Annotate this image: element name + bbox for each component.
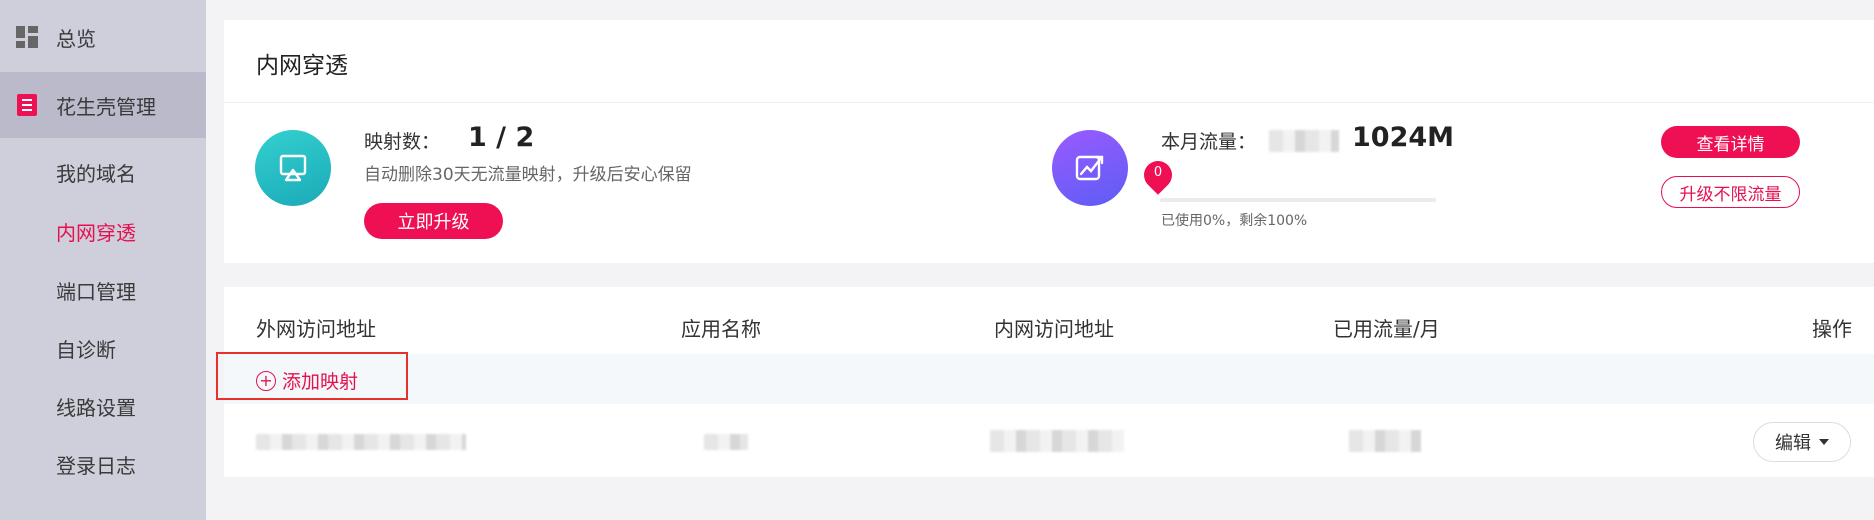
sidebar-item-overview[interactable]: 总览 bbox=[0, 4, 206, 70]
sidebar-item-intranet-penetration[interactable]: 内网穿透 bbox=[56, 217, 136, 246]
edit-label: 编辑 bbox=[1775, 433, 1811, 454]
redacted-internal-address bbox=[990, 430, 1124, 452]
page-title: 内网穿透 bbox=[256, 53, 348, 79]
redacted-value bbox=[1269, 130, 1339, 152]
redacted-app-name bbox=[704, 434, 748, 450]
dashboard-icon bbox=[16, 26, 38, 48]
sidebar-item-label: 花生壳管理 bbox=[56, 94, 156, 119]
mapping-table: 外网访问地址 应用名称 内网访问地址 已用流量/月 操作 + 添加映射 编辑 bbox=[216, 287, 1874, 477]
sidebar: 总览 花生壳管理 我的域名 内网穿透 端口管理 自诊断 线路设置 登录日志 bbox=[0, 0, 206, 520]
column-header-external-address: 外网访问地址 bbox=[256, 317, 376, 341]
upgrade-unlimited-button[interactable]: 升级不限流量 bbox=[1661, 176, 1800, 208]
column-header-app-name: 应用名称 bbox=[681, 317, 761, 341]
column-header-internal-address: 内网访问地址 bbox=[994, 317, 1114, 341]
edit-dropdown-button[interactable]: 编辑 bbox=[1753, 422, 1851, 462]
add-mapping-row bbox=[224, 354, 1874, 404]
sidebar-item-port-management[interactable]: 端口管理 bbox=[56, 276, 136, 305]
sidebar-item-line-settings[interactable]: 线路设置 bbox=[56, 392, 136, 421]
usage-text: 已使用0%，剩余100% bbox=[1161, 213, 1308, 229]
redacted-external-address bbox=[256, 434, 466, 450]
add-mapping-button[interactable]: + 添加映射 bbox=[256, 367, 358, 394]
screen-share-icon bbox=[255, 130, 331, 206]
sidebar-item-label: 总览 bbox=[56, 26, 96, 51]
sidebar-item-my-domains[interactable]: 我的域名 bbox=[56, 158, 136, 187]
document-icon bbox=[16, 94, 38, 116]
sidebar-item-self-diagnosis[interactable]: 自诊断 bbox=[56, 334, 116, 363]
view-details-button[interactable]: 查看详情 bbox=[1661, 126, 1800, 158]
traffic-chart-icon bbox=[1052, 130, 1128, 206]
mapping-count-value: 1 / 2 bbox=[468, 122, 535, 153]
caret-down-icon bbox=[1819, 439, 1829, 445]
divider bbox=[224, 102, 1874, 103]
sidebar-item-peanut-management[interactable]: 花生壳管理 bbox=[0, 72, 206, 138]
mapping-note: 自动删除30天无流量映射，升级后安心保留 bbox=[364, 165, 692, 185]
usage-marker-value: 0 bbox=[1153, 165, 1163, 180]
column-header-monthly-traffic: 已用流量/月 bbox=[1333, 317, 1440, 341]
sidebar-item-login-log[interactable]: 登录日志 bbox=[56, 450, 136, 479]
monthly-traffic-value: 1024M bbox=[1352, 122, 1455, 153]
add-mapping-label: 添加映射 bbox=[282, 371, 359, 393]
summary-card: 内网穿透 映射数： 1 / 2 自动删除30天无流量映射，升级后安心保留 立即升… bbox=[224, 20, 1874, 263]
monthly-traffic-label: 本月流量： bbox=[1161, 131, 1257, 153]
upgrade-now-button[interactable]: 立即升级 bbox=[364, 203, 503, 239]
traffic-progress-bar bbox=[1160, 198, 1436, 202]
column-header-actions: 操作 bbox=[1812, 317, 1852, 341]
redacted-traffic bbox=[1349, 430, 1421, 452]
mapping-count-label: 映射数： bbox=[364, 131, 441, 153]
plus-circle-icon: + bbox=[256, 370, 276, 391]
